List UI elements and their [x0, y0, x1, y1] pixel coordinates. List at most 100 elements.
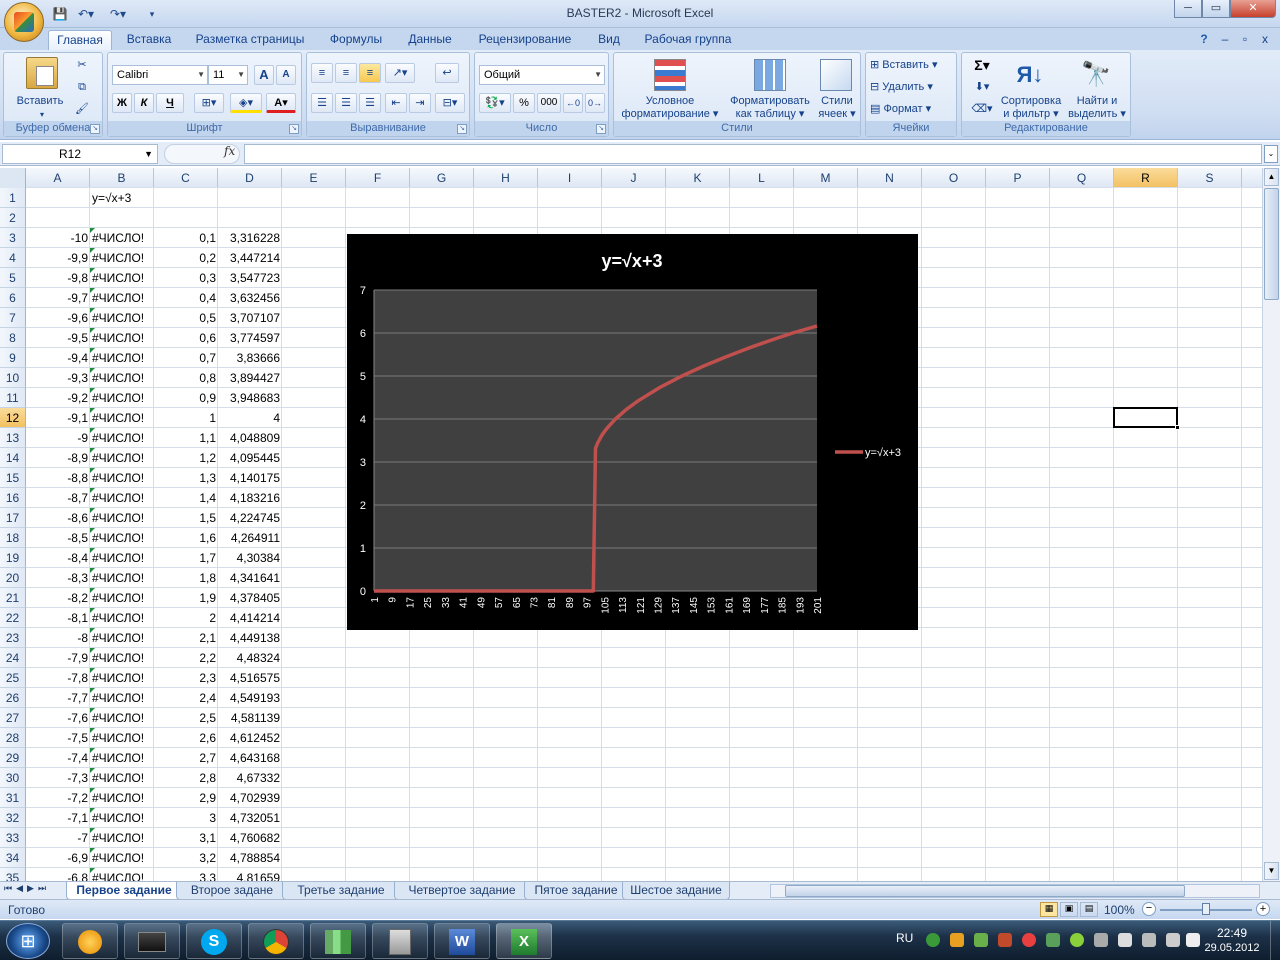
cell-d[interactable]: 4,702939: [218, 788, 282, 808]
name-box[interactable]: R12 ▼: [2, 144, 158, 164]
row-header[interactable]: 32: [0, 808, 26, 828]
cell-c[interactable]: 3,3: [154, 868, 218, 881]
chart[interactable]: 0 1 2 3 4 5 6 7 1 9 17 25 33 41 49 57 65 73 81 89 97 105 113 12…: [347, 234, 918, 630]
cell-d[interactable]: 4,760682: [218, 828, 282, 848]
cell-b[interactable]: #ЧИСЛО!: [90, 728, 154, 748]
tab-insert[interactable]: Вставка: [118, 30, 180, 50]
align-middle-icon[interactable]: ≡: [335, 63, 357, 83]
cell-b[interactable]: #ЧИСЛО!: [90, 348, 154, 368]
clock-date[interactable]: 29.05.2012: [1196, 942, 1268, 954]
tab-data[interactable]: Данные: [398, 30, 462, 50]
ribbon-minimize-icon[interactable]: –: [1218, 30, 1232, 50]
cell-c[interactable]: 2,3: [154, 668, 218, 688]
row-header[interactable]: 19: [0, 548, 26, 568]
fill-handle[interactable]: [1175, 425, 1180, 430]
number-format-combo[interactable]: Общий ▼: [479, 65, 605, 85]
cell-c[interactable]: 0,9: [154, 388, 218, 408]
row-header[interactable]: 33: [0, 828, 26, 848]
cell-a[interactable]: -9,5: [26, 328, 90, 348]
row-header[interactable]: 11: [0, 388, 26, 408]
cell-a[interactable]: -7,3: [26, 768, 90, 788]
updates-tray-icon[interactable]: [1046, 933, 1060, 947]
cell-d[interactable]: 3,707107: [218, 308, 282, 328]
format-as-table-button[interactable]: Форматировать как таблицу ▾: [722, 95, 818, 121]
font-color-icon[interactable]: A▾: [266, 93, 296, 113]
cell-a[interactable]: -7,8: [26, 668, 90, 688]
cell-a[interactable]: -9,9: [26, 248, 90, 268]
cell-d[interactable]: 4,224745: [218, 508, 282, 528]
scroll-up-arrow-icon[interactable]: ▲: [1264, 168, 1279, 186]
row-header[interactable]: 13: [0, 428, 26, 448]
cell-b[interactable]: #ЧИСЛО!: [90, 248, 154, 268]
cell-a[interactable]: -7,1: [26, 808, 90, 828]
cell-c[interactable]: 0,3: [154, 268, 218, 288]
sheet-tab[interactable]: Шестое задание: [622, 882, 730, 900]
cell-d[interactable]: 3,447214: [218, 248, 282, 268]
tab-home[interactable]: Главная: [48, 30, 112, 50]
row-header[interactable]: 27: [0, 708, 26, 728]
format-cells-button[interactable]: ▤ Формат ▾: [870, 103, 954, 116]
sheet-tab[interactable]: Первое задание: [66, 882, 182, 900]
cell-c[interactable]: 1,9: [154, 588, 218, 608]
cell-b[interactable]: #ЧИСЛО!: [90, 308, 154, 328]
steam-tray-icon[interactable]: [1094, 933, 1108, 947]
taskbar-app-chrome[interactable]: [248, 923, 304, 959]
row-header[interactable]: 14: [0, 448, 26, 468]
cell-a[interactable]: -9,1: [26, 408, 90, 428]
formula-input[interactable]: [244, 144, 1262, 164]
cell-c[interactable]: 1,8: [154, 568, 218, 588]
decrease-decimal-icon[interactable]: 0→: [585, 93, 605, 113]
cell-c[interactable]: 1,6: [154, 528, 218, 548]
cell-b[interactable]: y=√x+3: [90, 188, 210, 208]
merge-cells-icon[interactable]: ⊟▾: [435, 93, 465, 113]
thousands-button[interactable]: 000: [537, 93, 561, 113]
cell-a[interactable]: -8,4: [26, 548, 90, 568]
row-header[interactable]: 35: [0, 868, 26, 881]
cell-a[interactable]: -8,5: [26, 528, 90, 548]
cell-d[interactable]: 3,948683: [218, 388, 282, 408]
cell-d[interactable]: 4,612452: [218, 728, 282, 748]
row-header[interactable]: 9: [0, 348, 26, 368]
show-desktop-button[interactable]: [1270, 921, 1280, 960]
align-bottom-icon[interactable]: ≡: [359, 63, 381, 83]
cell-b[interactable]: #ЧИСЛО!: [90, 408, 154, 428]
align-right-icon[interactable]: ☰: [359, 93, 381, 113]
row-header[interactable]: 30: [0, 768, 26, 788]
align-center-icon[interactable]: ☰: [335, 93, 357, 113]
taskbar-app-excel[interactable]: X: [496, 923, 552, 959]
cell-d[interactable]: 3,547723: [218, 268, 282, 288]
cell-c[interactable]: 0,7: [154, 348, 218, 368]
cell-c[interactable]: 3,1: [154, 828, 218, 848]
cell-c[interactable]: 0,5: [154, 308, 218, 328]
taskbar-app-archive[interactable]: [372, 923, 428, 959]
cell-b[interactable]: #ЧИСЛО!: [90, 548, 154, 568]
cell-b[interactable]: #ЧИСЛО!: [90, 528, 154, 548]
flag-tray-icon[interactable]: [1118, 933, 1132, 947]
taskbar-app-printer[interactable]: [124, 923, 180, 959]
row-header[interactable]: 21: [0, 588, 26, 608]
cell-b[interactable]: #ЧИСЛО!: [90, 748, 154, 768]
orientation-icon[interactable]: ↗▾: [385, 63, 415, 83]
display-tray-icon[interactable]: [1142, 933, 1156, 947]
language-indicator[interactable]: RU: [896, 931, 913, 945]
cell-d[interactable]: 3,774597: [218, 328, 282, 348]
cell-d[interactable]: 4,140175: [218, 468, 282, 488]
binoculars-icon[interactable]: 🔭: [1080, 59, 1112, 91]
increase-decimal-icon[interactable]: ←0: [563, 93, 583, 113]
cell-b[interactable]: #ЧИСЛО!: [90, 688, 154, 708]
row-header[interactable]: 8: [0, 328, 26, 348]
cell-c[interactable]: 1,3: [154, 468, 218, 488]
antivirus-tray-icon[interactable]: [998, 933, 1012, 947]
cell-d[interactable]: 4,732051: [218, 808, 282, 828]
increase-indent-icon[interactable]: ⇥: [409, 93, 431, 113]
sheet-tab[interactable]: Второе задане: [176, 882, 288, 900]
cell-b[interactable]: #ЧИСЛО!: [90, 588, 154, 608]
close-button[interactable]: ✕: [1230, 0, 1276, 18]
cell-b[interactable]: #ЧИСЛО!: [90, 828, 154, 848]
cell-b[interactable]: #ЧИСЛО!: [90, 508, 154, 528]
scroll-down-arrow-icon[interactable]: ▼: [1264, 862, 1279, 880]
cell-a[interactable]: -9: [26, 428, 90, 448]
font-size-combo[interactable]: 11 ▼: [208, 65, 248, 85]
cell-styles-icon[interactable]: [820, 59, 852, 91]
cell-a[interactable]: -8: [26, 628, 90, 648]
